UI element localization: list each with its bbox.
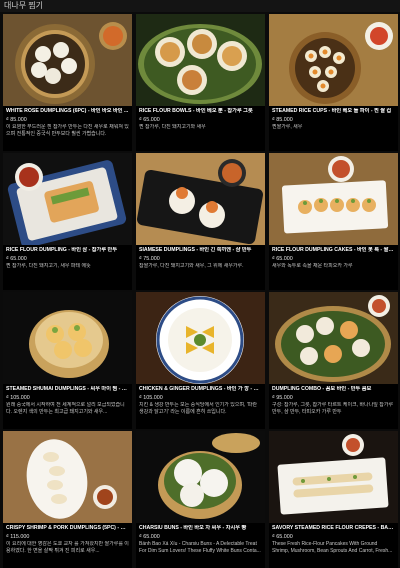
- menu-item-card[interactable]: CHICKEN & GINGER DUMPLINGS - 바인 가 깡 - 닭.…: [136, 292, 265, 429]
- item-description: 원래 중국에서 시작하여 전 세계적으로 널리 보급되었습니다. 오렌지 색의 …: [6, 402, 125, 415]
- steamed-rice-cups-image: [269, 14, 398, 106]
- menu-item-card[interactable]: CRISPY SHRIMP & PORK DUMPLINGS (5PC) - 바…: [3, 431, 132, 568]
- menu-item-card[interactable]: STEAMED RICE CUPS - 바인 베오 돌 파이 - 찐 쌀 컵 ₫…: [269, 14, 398, 151]
- item-price: ₫ 115.000: [6, 534, 30, 540]
- item-description: 이 요리에 대한 영감은 도쿄 교자 를 가져왔지만 쌀가루를 이용하였다. 한…: [6, 541, 129, 554]
- item-description: 구성: 찹가루, 그릇, 찹가루 타르트 케이크, 바나나잎 찹가루 만두, 샴…: [272, 402, 394, 415]
- item-price: ₫ 105.000: [6, 395, 30, 401]
- chicken-ginger-dumplings-image: [136, 292, 265, 384]
- steamed-shumai-image: [3, 292, 132, 384]
- item-name: STEAMED SHUMAI DUMPLINGS - 씨우 마이 찜 - 찐..…: [6, 386, 129, 392]
- crispy-shrimp-pork-dumplings-image: [3, 431, 132, 523]
- rice-flour-dumpling-image: [3, 153, 132, 245]
- menu-item-card[interactable]: RICE FLOUR DUMPLING - 바인 삼 - 찹가루 만두 ₫ 65…: [3, 153, 132, 290]
- item-description: 치킨 & 생강 만두는 모든 중식당에서 인기가 있으며, '파란 생강과 닭고…: [139, 402, 257, 415]
- item-name: DUMPLING COMBO - 꼼보 바인 - 만두 콤보: [272, 386, 372, 392]
- item-description: 찹쌀가루, 다진 돼지고기와 새우, 그 위에 새우가루.: [139, 263, 244, 269]
- item-name: RICE FLOUR DUMPLING - 바인 삼 - 찹가루 만두: [6, 247, 118, 253]
- item-description: These Fresh Rice-Flour Pancakes With Gro…: [272, 541, 393, 554]
- menu-item-card[interactable]: RICE FLOUR DUMPLING CAKES - 바인 봇 록 - 쌀 만…: [269, 153, 398, 290]
- item-price: ₫ 85.000: [272, 117, 293, 123]
- item-price: ₫ 65.000: [6, 256, 27, 262]
- menu-item-card[interactable]: DUMPLING COMBO - 꼼보 바인 - 만두 콤보 ₫ 95.000 …: [269, 292, 398, 429]
- menu-item-card[interactable]: WHITE ROSE DUMPLINGS (6PC) - 바인 바오 바인 ..…: [3, 14, 132, 151]
- item-description: 이 요염한 부드러운 흰 찹가루 만두는 다진 새우로 채워져 있으며 전통적인…: [6, 124, 129, 137]
- savory-rice-flour-crepes-image: [269, 431, 398, 523]
- item-name: STEAMED RICE CUPS - 바인 베오 돌 파이 - 찐 쌀 컵: [272, 108, 392, 114]
- menu-item-card[interactable]: CHARSIU BUNS - 바인 바오 차 씨우 - 차시우 빵 ₫ 65.0…: [136, 431, 265, 568]
- dumpling-combo-image: [269, 292, 398, 384]
- item-name: SIAMESE DUMPLINGS - 바인 긴 쪽끼엔 - 샴 만두: [139, 247, 252, 253]
- charsiu-buns-image: [136, 431, 265, 523]
- item-description: 찐 찹가루, 다진 돼지고기, 새우 파테 에뜻: [6, 263, 91, 269]
- menu-item-card[interactable]: STEAMED SHUMAI DUMPLINGS - 씨우 마이 찜 - 찐..…: [3, 292, 132, 429]
- rice-flour-bowls-image: [136, 14, 265, 106]
- menu-item-card[interactable]: SAVORY STEAMED RICE FLOUR CREPES - BÁNH.…: [269, 431, 398, 568]
- item-name: RICE FLOUR DUMPLING CAKES - 바인 봇 록 - 쌀 만…: [272, 247, 395, 253]
- item-name: RICE FLOUR BOWLS - 바인 베오 뿐 - 찹가루 그릇: [139, 108, 253, 114]
- item-price: ₫ 85.000: [6, 117, 27, 123]
- item-name: CRISPY SHRIMP & PORK DUMPLINGS (5PC) - 바…: [6, 525, 129, 531]
- menu-item-card[interactable]: RICE FLOUR BOWLS - 바인 베오 뿐 - 찹가루 그릇 ₫ 65…: [136, 14, 265, 151]
- page-title: 대나무 찜기: [0, 0, 400, 12]
- item-price: ₫ 65.000: [139, 534, 160, 540]
- item-price: ₫ 105.000: [139, 395, 163, 401]
- item-name: WHITE ROSE DUMPLINGS (6PC) - 바인 바오 바인 ..…: [6, 108, 129, 114]
- item-price: ₫ 75.000: [139, 256, 160, 262]
- item-price: ₫ 65.000: [139, 117, 160, 123]
- item-name: CHICKEN & GINGER DUMPLINGS - 바인 가 깡 - 닭.…: [139, 386, 262, 392]
- item-name: SAVORY STEAMED RICE FLOUR CREPES - BÁNH.…: [272, 525, 395, 531]
- item-name: CHARSIU BUNS - 바인 바오 차 씨우 - 차시우 빵: [139, 525, 247, 531]
- siamese-dumplings-image: [136, 153, 265, 245]
- menu-grid: WHITE ROSE DUMPLINGS (6PC) - 바인 바오 바인 ..…: [3, 14, 398, 568]
- item-description: Bánh Bao Xá Xíu - Charsiu Buns - A Delec…: [139, 541, 261, 554]
- item-description: 찐쌀가루, 새우: [272, 124, 303, 130]
- item-description: 새우와 녹두로 속을 채운 타피오카 가루: [272, 263, 353, 269]
- white-rose-dumplings-image: [3, 14, 132, 106]
- item-price: ₫ 65.000: [272, 256, 293, 262]
- rice-flour-dumpling-cakes-image: [269, 153, 398, 245]
- menu-item-card[interactable]: SIAMESE DUMPLINGS - 바인 긴 쪽끼엔 - 샴 만두 ₫ 75…: [136, 153, 265, 290]
- item-price: ₫ 65.000: [272, 534, 293, 540]
- item-description: 찐 찹가루, 다진 돼지고기와 새우: [139, 124, 206, 130]
- item-price: ₫ 95.000: [272, 395, 293, 401]
